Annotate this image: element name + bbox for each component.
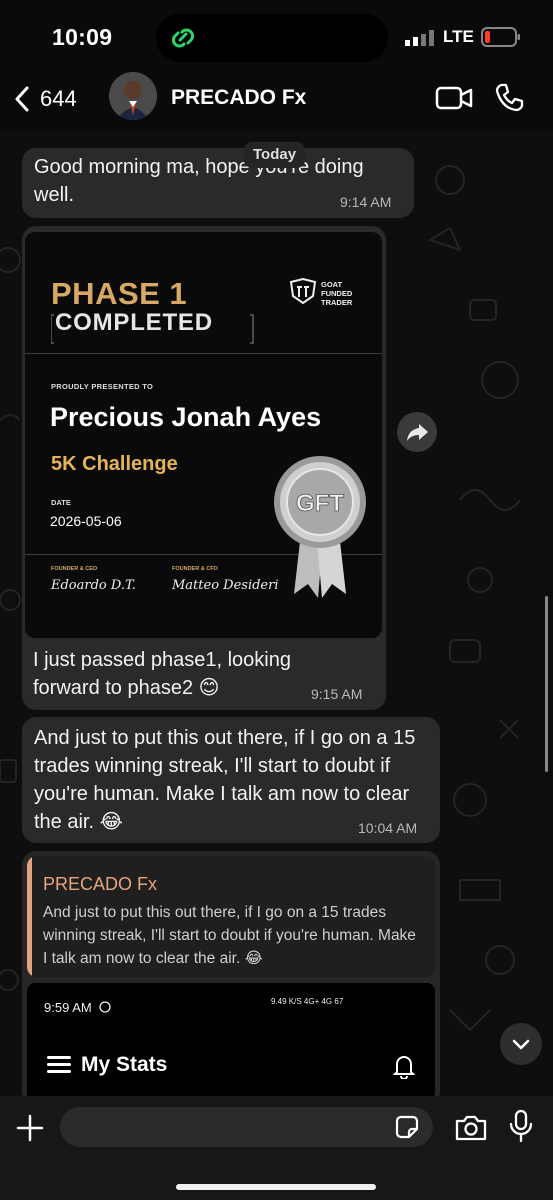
cert-recipient: Precious Jonah Ayes xyxy=(50,402,322,432)
quoted-message[interactable]: PRECADO Fx And just to put this out ther… xyxy=(27,856,435,977)
medal-icon: GFT xyxy=(274,456,366,598)
logo-word: TRADER xyxy=(321,298,353,307)
message-bubble[interactable]: Good morning ma, hope you're doing well.… xyxy=(22,148,414,218)
whatsapp-icon xyxy=(99,1001,111,1013)
cert-title: PHASE 1 xyxy=(51,276,188,311)
unread-count: 644 xyxy=(40,86,77,111)
bell-icon xyxy=(393,1056,415,1079)
network-type: LTE xyxy=(443,27,474,46)
cert-founder-role: FOUNDER & CFO xyxy=(172,566,218,572)
back-button[interactable]: 644 xyxy=(14,80,77,118)
menu-icon xyxy=(47,1056,71,1073)
status-bar: 10:09 LTE xyxy=(0,0,553,72)
plus-icon[interactable] xyxy=(15,1113,45,1143)
scrollbar[interactable] xyxy=(545,596,548,772)
back-chevron-icon xyxy=(15,86,29,112)
message-input-bar xyxy=(0,1096,553,1200)
avatar-image xyxy=(109,72,157,120)
divider xyxy=(25,353,382,354)
battery-icon xyxy=(481,27,520,47)
screenshot-time-text: 9:59 AM xyxy=(44,1000,92,1015)
home-indicator xyxy=(176,1184,376,1190)
gft-logo: GOAT FUNDED TRADER xyxy=(289,277,369,308)
quote-accent-bar xyxy=(27,856,32,977)
gft-logo-text: GOAT FUNDED TRADER xyxy=(321,280,352,307)
quoted-text: And just to put this out there, if I go … xyxy=(43,904,416,967)
forward-icon xyxy=(407,424,428,441)
screenshot-title: My Stats xyxy=(81,1053,168,1076)
certificate-image[interactable]: PHASE 1 COMPLETED GOAT FUNDED TRADER PRO… xyxy=(25,232,382,638)
cert-founder-signature: Matteo Desideri xyxy=(172,578,279,593)
camera-icon[interactable] xyxy=(454,1112,488,1142)
screenshot-status-icons: 9.49 K/S 4G+ 4G 67 xyxy=(271,997,344,1006)
reply-message-bubble[interactable]: PRECADO Fx And just to put this out ther… xyxy=(22,851,440,1105)
contact-avatar[interactable] xyxy=(109,72,157,120)
forward-button[interactable] xyxy=(397,412,437,452)
scroll-to-bottom-button[interactable] xyxy=(500,1023,542,1065)
phone-call-icon[interactable] xyxy=(493,82,525,114)
cert-presented-label: PROUDLY PRESENTED TO xyxy=(51,382,154,391)
message-time: 9:15 AM xyxy=(311,686,363,702)
message-input[interactable] xyxy=(60,1107,433,1147)
contact-name[interactable]: PRECADO Fx xyxy=(171,86,306,110)
cert-date: 2026-05-06 xyxy=(50,513,122,529)
quoted-sender: PRECADO Fx xyxy=(43,874,158,894)
screenshot-time: 9:59 AM xyxy=(44,1000,111,1015)
status-time: 10:09 xyxy=(52,24,113,50)
medal-text: GFT xyxy=(296,490,344,517)
chat-header: 644 PRECADO Fx xyxy=(0,72,553,130)
dynamic-island xyxy=(156,14,388,62)
cert-founder-role: FOUNDER & CEO xyxy=(51,566,98,572)
cert-date-label: DATE xyxy=(51,498,71,507)
message-time: 10:04 AM xyxy=(358,820,418,836)
message-bubble[interactable]: And just to put this out there, if I go … xyxy=(22,717,440,843)
date-separator: Today xyxy=(244,142,306,168)
link-icon xyxy=(172,28,194,48)
cert-challenge: 5K Challenge xyxy=(51,453,178,475)
signal-icon xyxy=(405,30,434,46)
message-text: I just passed phase1, looking forward to… xyxy=(33,649,291,699)
gft-logo-icon xyxy=(289,277,317,305)
microphone-icon[interactable] xyxy=(508,1109,534,1143)
chevron-down-icon xyxy=(512,1039,530,1050)
video-call-icon[interactable] xyxy=(435,84,473,112)
logo-word: FUNDED xyxy=(321,289,353,298)
cert-founder-signature: Edoardo D.T. xyxy=(51,578,136,593)
sticker-icon[interactable] xyxy=(394,1114,420,1140)
screenshot-image[interactable]: 9:59 AM 9.49 K/S 4G+ 4G 67 My Stats xyxy=(27,983,435,1105)
cert-subtitle-brackets xyxy=(51,314,254,344)
message-time: 9:14 AM xyxy=(340,194,392,210)
logo-word: GOAT xyxy=(321,280,343,289)
